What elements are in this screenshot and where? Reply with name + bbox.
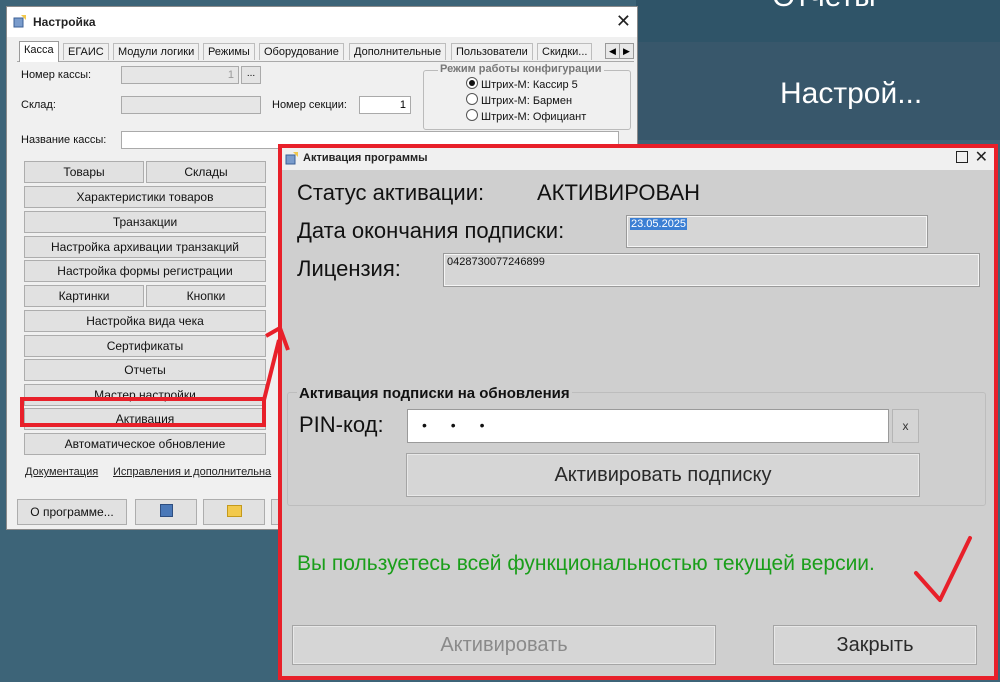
section-number-label: Номер секции: [272, 99, 347, 111]
mode-group-title: Режим работы конфигурации [438, 63, 604, 75]
warehouse-field[interactable] [121, 96, 261, 114]
settings-tabs: Касса ЕГАИС Модули логики Режимы Оборудо… [17, 41, 634, 62]
transaction-archive-button[interactable]: Настройка архивации транзакций [24, 236, 266, 258]
app-icon [285, 152, 298, 165]
tab-kassa[interactable]: Касса [19, 41, 59, 62]
folder-icon [226, 505, 242, 517]
receipt-view-button[interactable]: Настройка вида чека [24, 310, 266, 332]
expiry-field[interactable]: 23.05.2025 [626, 215, 928, 248]
radio-barman[interactable]: Штрих-М: Бармен [466, 93, 572, 107]
tab-discounts[interactable]: Скидки... [537, 43, 593, 60]
activate-subscription-button[interactable]: Активировать подписку [406, 453, 920, 497]
radio-selected-icon [466, 77, 478, 89]
activation-button[interactable]: Активация [24, 408, 266, 430]
save-button[interactable] [135, 499, 197, 525]
tab-users[interactable]: Пользователи [451, 43, 533, 60]
about-button[interactable]: О программе... [17, 499, 127, 525]
registration-form-button[interactable]: Настройка формы регистрации [24, 260, 266, 282]
tab-egais[interactable]: ЕГАИС [63, 43, 109, 60]
close-icon[interactable]: ✕ [975, 147, 988, 167]
settings-titlebar: Настройка ✕ [7, 7, 637, 37]
tab-scroll-right-icon[interactable]: ▶ [619, 43, 634, 59]
close-icon[interactable]: ✕ [616, 11, 631, 32]
pictures-button[interactable]: Картинки [24, 285, 144, 307]
register-number-browse-button[interactable]: ... [241, 66, 261, 84]
transactions-button[interactable]: Транзакции [24, 211, 266, 233]
activation-dialog: Активация программы ✕ Статус активации: … [281, 146, 996, 677]
background-menu-reports[interactable]: Отчеты [772, 0, 876, 14]
setup-wizard-button[interactable]: Мастер настройки [24, 384, 266, 406]
fixes-link[interactable]: Исправления и дополнительна [113, 466, 271, 478]
warehouse-label: Склад: [21, 99, 56, 111]
goods-characteristics-button[interactable]: Характеристики товаров [24, 186, 266, 208]
warehouses-button[interactable]: Склады [146, 161, 266, 183]
status-message: Вы пользуетесь всей функциональностью те… [297, 552, 875, 575]
status-value: АКТИВИРОВАН [537, 180, 701, 205]
tab-additional[interactable]: Дополнительные [349, 43, 447, 60]
license-field[interactable]: 0428730077246899 [443, 253, 980, 287]
maximize-icon[interactable] [956, 151, 968, 163]
pin-clear-button[interactable]: x [892, 409, 919, 443]
tab-equipment[interactable]: Оборудование [259, 43, 344, 60]
tab-modes[interactable]: Режимы [203, 43, 255, 60]
activation-titlebar: Активация программы ✕ [281, 146, 996, 170]
documentation-link[interactable]: Документация [25, 466, 98, 478]
section-number-field[interactable]: 1 [359, 96, 411, 114]
radio-icon [466, 109, 478, 121]
radio-waiter[interactable]: Штрих-М: Официант [466, 109, 586, 123]
tab-scroll-left-icon[interactable]: ◀ [605, 43, 620, 59]
register-number-label: Номер кассы: [21, 69, 92, 81]
certificates-button[interactable]: Сертификаты [24, 335, 266, 357]
radio-icon [466, 93, 478, 105]
status-label: Статус активации: [297, 180, 485, 205]
pin-label: PIN-код: [299, 412, 384, 437]
license-label: Лицензия: [297, 256, 401, 281]
settings-title: Настройка [33, 15, 96, 29]
buttons-button[interactable]: Кнопки [146, 285, 266, 307]
register-name-label: Название кассы: [21, 134, 107, 146]
app-icon [13, 15, 26, 28]
auto-update-button[interactable]: Автоматическое обновление [24, 433, 266, 455]
background-menu-settings[interactable]: Настрой... [780, 77, 922, 111]
register-number-field[interactable]: 1 [121, 66, 239, 84]
expiry-value: 23.05.2025 [630, 218, 688, 230]
pin-input[interactable]: • • • [407, 409, 889, 443]
activate-button[interactable]: Активировать [292, 625, 716, 665]
mode-group: Режим работы конфигурации Штрих-М: Касси… [423, 63, 631, 130]
open-button[interactable] [203, 499, 265, 525]
activation-title: Активация программы [303, 152, 428, 164]
close-button[interactable]: Закрыть [773, 625, 977, 665]
goods-button[interactable]: Товары [24, 161, 144, 183]
subscription-group-title: Активация подписки на обновления [297, 385, 572, 402]
reports-button[interactable]: Отчеты [24, 359, 266, 381]
radio-cashier[interactable]: Штрих-М: Кассир 5 [466, 77, 578, 91]
tab-logic-modules[interactable]: Модули логики [113, 43, 200, 60]
expiry-label: Дата окончания подписки: [297, 218, 565, 243]
floppy-disk-icon [159, 504, 173, 517]
